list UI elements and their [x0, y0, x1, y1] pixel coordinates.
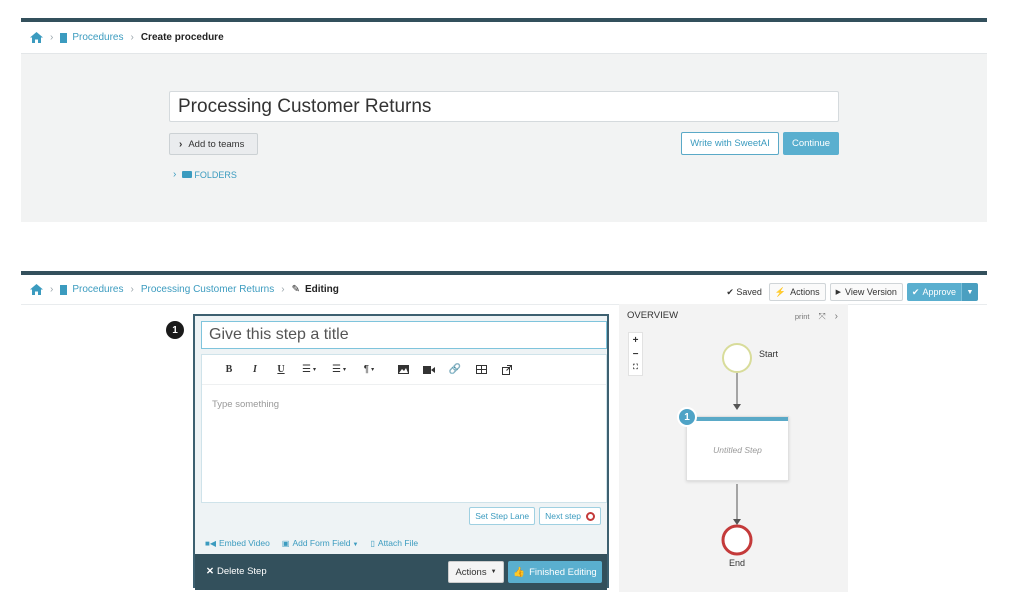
approve-dropdown-caret[interactable]: ▼	[961, 283, 978, 301]
video-icon[interactable]	[416, 362, 442, 378]
set-step-lane-button[interactable]: Set Step Lane	[469, 507, 536, 525]
home-icon[interactable]	[30, 32, 43, 43]
arrow-head	[733, 519, 741, 525]
editor-toolbar: ✔ Saved ⚡ Actions ▶ View Version ✔ Approve …	[726, 283, 978, 301]
actions-menu-button[interactable]: ⚡ Actions	[768, 283, 826, 301]
next-step-button[interactable]: Next step	[539, 507, 601, 525]
attach-file-label: Attach File	[377, 538, 419, 548]
saved-label: Saved	[736, 286, 762, 297]
add-to-teams-button[interactable]: › Add to teams	[169, 133, 258, 155]
home-icon[interactable]	[30, 284, 43, 295]
breadcrumb-current: Create procedure	[140, 32, 224, 43]
view-version-label: View Version	[845, 287, 897, 297]
image-icon[interactable]	[390, 362, 416, 378]
file-icon: ▯	[370, 539, 375, 548]
step-card[interactable]: Untitled Step	[686, 416, 789, 481]
breadcrumb-separator: ›	[130, 284, 134, 295]
embed-video-label: Embed Video	[218, 538, 270, 548]
end-node[interactable]	[721, 524, 753, 556]
check-icon: ✔	[726, 286, 737, 297]
step-actions: Set Step Lane Next step	[469, 507, 601, 525]
procedure-title-input[interactable]: Processing Customer Returns	[169, 91, 839, 122]
step-card-label: Untitled Step	[713, 445, 762, 455]
step-editor-footer: ✕ Delete Step Actions ▼ 👍 Finished Editing	[195, 554, 607, 590]
arrow-head	[733, 404, 741, 410]
folders-label: FOLDERS	[194, 169, 237, 180]
ordered-list-button[interactable]: ☰ ▾	[294, 362, 324, 378]
chevron-right-icon: ›	[179, 138, 183, 150]
breadcrumb-procedures-link[interactable]: Procedures	[72, 284, 123, 295]
write-with-sweetai-button[interactable]: Write with SweetAI	[681, 132, 779, 155]
start-label: Start	[759, 349, 779, 359]
form-field-icon: ▣	[281, 539, 290, 548]
paragraph-format-button[interactable]: ¶ ▾	[354, 362, 384, 378]
step-actions-dropdown[interactable]: Actions ▼	[448, 561, 504, 583]
embed-video-link[interactable]: ■◀ Embed Video	[205, 538, 270, 548]
breadcrumb-procedures-link[interactable]: Procedures	[72, 32, 123, 43]
bullet-list-button[interactable]: ☰ ▾	[324, 362, 354, 378]
start-node[interactable]	[722, 343, 752, 373]
step-card-number: 1	[677, 407, 697, 427]
underline-button[interactable]: U	[268, 362, 294, 378]
step-number-badge: 1	[166, 321, 184, 339]
video-icon: ■◀	[205, 539, 216, 548]
view-version-button[interactable]: ▶ View Version	[829, 283, 903, 301]
breadcrumb: › Procedures › Create procedure	[21, 22, 987, 54]
add-to-teams-label: Add to teams	[188, 138, 245, 150]
formatting-toolbar: B I U ☰ ▾ ☰ ▾ ¶ ▾ 🔗	[202, 355, 606, 385]
caret-right-icon: ▶	[835, 289, 842, 296]
breadcrumb-current: Editing	[304, 284, 339, 295]
delete-step-label: Delete Step	[216, 566, 267, 577]
folder-icon	[182, 171, 193, 178]
create-procedure-panel: › Procedures › Create procedure Processi…	[21, 18, 987, 222]
document-icon	[60, 284, 68, 295]
check-icon: ✔	[911, 286, 920, 297]
step-title-input[interactable]: Give this step a title	[201, 321, 607, 349]
bold-button[interactable]: B	[216, 362, 242, 378]
caret-down-icon: ▼	[352, 542, 359, 548]
approve-label: Approve	[922, 287, 956, 297]
add-form-field-label: Add Form Field	[292, 538, 351, 548]
breadcrumb-separator: ›	[281, 284, 285, 295]
close-icon: ✕	[206, 566, 214, 577]
step-actions-label: Actions	[455, 566, 487, 578]
italic-button[interactable]: I	[242, 362, 268, 378]
step-attachments: ■◀ Embed Video ▣ Add Form Field ▼ ▯ Attach F…	[205, 538, 418, 548]
document-icon	[60, 32, 68, 43]
step-body-placeholder: Type something	[212, 399, 280, 410]
end-label: End	[729, 558, 746, 568]
next-step-label: Next step	[545, 511, 581, 521]
saved-status: ✔ Saved	[726, 287, 762, 298]
finished-editing-button[interactable]: 👍 Finished Editing	[508, 561, 602, 583]
overview-panel: OVERVIEW print ⤧ › + − ⛶ Start Untitled …	[619, 304, 848, 592]
continue-button[interactable]: Continue	[783, 132, 839, 155]
link-icon[interactable]: 🔗	[442, 362, 468, 378]
table-icon[interactable]	[468, 362, 494, 378]
caret-down-icon: ▼	[490, 569, 497, 575]
step-card-accent	[687, 417, 788, 421]
finished-editing-label: Finished Editing	[529, 566, 597, 578]
delete-step-button[interactable]: ✕ Delete Step	[206, 566, 267, 577]
breadcrumb-procedure-link[interactable]: Processing Customer Returns	[141, 284, 274, 295]
attach-file-link[interactable]: ▯ Attach File	[371, 538, 419, 548]
rich-text-editor[interactable]: B I U ☰ ▾ ☰ ▾ ¶ ▾ 🔗 Type something	[201, 354, 607, 503]
step-editor: Give this step a title B I U ☰ ▾ ☰ ▾ ¶ ▾ 🔗	[193, 314, 609, 590]
breadcrumb-separator: ›	[130, 32, 134, 43]
breadcrumb-separator: ›	[50, 284, 54, 295]
external-link-icon[interactable]	[494, 362, 520, 378]
approve-button[interactable]: ✔ Approve	[906, 283, 961, 301]
editing-panel: › Procedures › Processing Customer Retur…	[21, 271, 987, 601]
breadcrumb: › Procedures › Processing Customer Retur…	[21, 275, 987, 305]
thumbs-up-icon: 👍	[513, 566, 526, 578]
add-form-field-link[interactable]: ▣ Add Form Field ▼	[282, 538, 359, 548]
actions-label: Actions	[790, 287, 820, 297]
breadcrumb-separator: ›	[50, 32, 54, 43]
folders-toggle[interactable]: › FOLDERS	[173, 169, 237, 180]
lightning-icon: ⚡	[774, 286, 787, 297]
pencil-icon: ✎	[291, 284, 300, 295]
end-circle-icon	[586, 511, 595, 521]
chevron-right-icon: ›	[173, 169, 177, 180]
